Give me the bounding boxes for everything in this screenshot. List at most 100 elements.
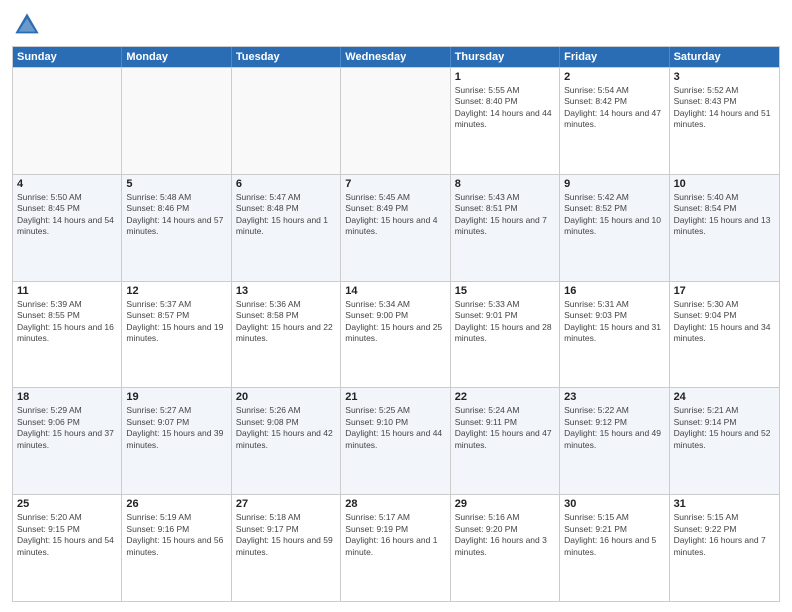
header-day-monday: Monday [122,47,231,67]
calendar-cell: 31 Sunrise: 5:15 AM Sunset: 9:22 PM Dayli… [670,495,779,601]
day-info: Sunrise: 5:25 AM Sunset: 9:10 PM Dayligh… [345,405,445,451]
calendar-cell: 6Sunrise: 5:47 AM Sunset: 8:48 PM Daylig… [232,175,341,281]
calendar-week-2: 4 Sunrise: 5:50 AM Sunset: 8:45 PM Daylig… [13,174,779,281]
header-day-tuesday: Tuesday [232,47,341,67]
day-info: Sunrise: 5:31 AM Sunset: 9:03 PM Dayligh… [564,299,664,345]
day-info: Sunrise: 5:30 AM Sunset: 9:04 PM Dayligh… [674,299,775,345]
calendar-cell: 15 Sunrise: 5:33 AM Sunset: 9:01 PM Dayli… [451,282,560,388]
calendar-cell: 12Sunrise: 5:37 AM Sunset: 8:57 PM Dayli… [122,282,231,388]
day-number: 5 [126,178,226,190]
day-number: 12 [126,285,226,297]
day-number: 16 [564,285,664,297]
calendar-week-1: 1 Sunrise: 5:55 AM Sunset: 8:40 PM Daylig… [13,67,779,174]
calendar-cell: 13 Sunrise: 5:36 AM Sunset: 8:58 PM Dayli… [232,282,341,388]
calendar-cell: 17 Sunrise: 5:30 AM Sunset: 9:04 PM Dayli… [670,282,779,388]
day-number: 17 [674,285,775,297]
day-info: Sunrise: 5:15 AM Sunset: 9:22 PM Dayligh… [674,512,775,558]
calendar-cell [232,68,341,174]
day-info: Sunrise: 5:26 AM Sunset: 9:08 PM Dayligh… [236,405,336,451]
day-number: 2 [564,71,664,83]
day-number: 13 [236,285,336,297]
day-info: Sunrise: 5:27 AM Sunset: 9:07 PM Dayligh… [126,405,226,451]
header-day-wednesday: Wednesday [341,47,450,67]
day-number: 11 [17,285,117,297]
calendar-cell: 26 Sunrise: 5:19 AM Sunset: 9:16 PM Dayli… [122,495,231,601]
header-day-saturday: Saturday [670,47,779,67]
calendar-cell: 2 Sunrise: 5:54 AM Sunset: 8:42 PM Daylig… [560,68,669,174]
day-number: 8 [455,178,555,190]
calendar-cell: 11 Sunrise: 5:39 AM Sunset: 8:55 PM Dayli… [13,282,122,388]
day-number: 20 [236,391,336,403]
day-number: 19 [126,391,226,403]
calendar-cell: 25 Sunrise: 5:20 AM Sunset: 9:15 PM Dayli… [13,495,122,601]
day-number: 22 [455,391,555,403]
header-day-thursday: Thursday [451,47,560,67]
page: SundayMondayTuesdayWednesdayThursdayFrid… [0,0,792,612]
day-number: 15 [455,285,555,297]
day-info: Sunrise: 5:42 AM Sunset: 8:52 PM Dayligh… [564,192,664,238]
day-info: Sunrise: 5:36 AM Sunset: 8:58 PM Dayligh… [236,299,336,345]
day-number: 10 [674,178,775,190]
calendar-cell: 10 Sunrise: 5:40 AM Sunset: 8:54 PM Dayli… [670,175,779,281]
header [12,10,780,40]
day-info: Sunrise: 5:33 AM Sunset: 9:01 PM Dayligh… [455,299,555,345]
calendar-cell: 3Sunrise: 5:52 AM Sunset: 8:43 PM Daylig… [670,68,779,174]
day-info: Sunrise: 5:22 AM Sunset: 9:12 PM Dayligh… [564,405,664,451]
calendar-cell: 29Sunrise: 5:16 AM Sunset: 9:20 PM Dayli… [451,495,560,601]
logo-icon [12,10,42,40]
logo [12,10,46,40]
day-info: Sunrise: 5:48 AM Sunset: 8:46 PM Dayligh… [126,192,226,238]
day-info: Sunrise: 5:43 AM Sunset: 8:51 PM Dayligh… [455,192,555,238]
calendar-cell [13,68,122,174]
day-info: Sunrise: 5:40 AM Sunset: 8:54 PM Dayligh… [674,192,775,238]
day-info: Sunrise: 5:15 AM Sunset: 9:21 PM Dayligh… [564,512,664,558]
day-info: Sunrise: 5:20 AM Sunset: 9:15 PM Dayligh… [17,512,117,558]
calendar-cell [122,68,231,174]
calendar: SundayMondayTuesdayWednesdayThursdayFrid… [12,46,780,602]
calendar-cell [341,68,450,174]
calendar-cell: 14 Sunrise: 5:34 AM Sunset: 9:00 PM Dayli… [341,282,450,388]
calendar-cell: 16 Sunrise: 5:31 AM Sunset: 9:03 PM Dayli… [560,282,669,388]
day-number: 31 [674,498,775,510]
day-info: Sunrise: 5:29 AM Sunset: 9:06 PM Dayligh… [17,405,117,451]
day-info: Sunrise: 5:24 AM Sunset: 9:11 PM Dayligh… [455,405,555,451]
day-info: Sunrise: 5:17 AM Sunset: 9:19 PM Dayligh… [345,512,445,558]
day-info: Sunrise: 5:55 AM Sunset: 8:40 PM Dayligh… [455,85,555,131]
calendar-body: 1 Sunrise: 5:55 AM Sunset: 8:40 PM Daylig… [13,67,779,601]
day-number: 6 [236,178,336,190]
calendar-cell: 20 Sunrise: 5:26 AM Sunset: 9:08 PM Dayli… [232,388,341,494]
calendar-cell: 24Sunrise: 5:21 AM Sunset: 9:14 PM Dayli… [670,388,779,494]
calendar-header: SundayMondayTuesdayWednesdayThursdayFrid… [13,47,779,67]
day-number: 23 [564,391,664,403]
calendar-cell: 5 Sunrise: 5:48 AM Sunset: 8:46 PM Daylig… [122,175,231,281]
day-number: 27 [236,498,336,510]
calendar-cell: 28 Sunrise: 5:17 AM Sunset: 9:19 PM Dayli… [341,495,450,601]
day-number: 7 [345,178,445,190]
calendar-cell: 21 Sunrise: 5:25 AM Sunset: 9:10 PM Dayli… [341,388,450,494]
day-number: 3 [674,71,775,83]
day-number: 18 [17,391,117,403]
calendar-cell: 30 Sunrise: 5:15 AM Sunset: 9:21 PM Dayli… [560,495,669,601]
day-info: Sunrise: 5:19 AM Sunset: 9:16 PM Dayligh… [126,512,226,558]
day-number: 21 [345,391,445,403]
calendar-cell: 1 Sunrise: 5:55 AM Sunset: 8:40 PM Daylig… [451,68,560,174]
day-info: Sunrise: 5:54 AM Sunset: 8:42 PM Dayligh… [564,85,664,131]
day-number: 30 [564,498,664,510]
header-day-friday: Friday [560,47,669,67]
day-number: 9 [564,178,664,190]
day-number: 1 [455,71,555,83]
day-number: 29 [455,498,555,510]
day-number: 26 [126,498,226,510]
day-info: Sunrise: 5:21 AM Sunset: 9:14 PM Dayligh… [674,405,775,451]
calendar-cell: 18 Sunrise: 5:29 AM Sunset: 9:06 PM Dayli… [13,388,122,494]
day-info: Sunrise: 5:45 AM Sunset: 8:49 PM Dayligh… [345,192,445,238]
day-info: Sunrise: 5:34 AM Sunset: 9:00 PM Dayligh… [345,299,445,345]
day-info: Sunrise: 5:39 AM Sunset: 8:55 PM Dayligh… [17,299,117,345]
day-number: 28 [345,498,445,510]
day-info: Sunrise: 5:50 AM Sunset: 8:45 PM Dayligh… [17,192,117,238]
day-number: 25 [17,498,117,510]
day-number: 4 [17,178,117,190]
day-info: Sunrise: 5:18 AM Sunset: 9:17 PM Dayligh… [236,512,336,558]
day-number: 14 [345,285,445,297]
calendar-cell: 22 Sunrise: 5:24 AM Sunset: 9:11 PM Dayli… [451,388,560,494]
